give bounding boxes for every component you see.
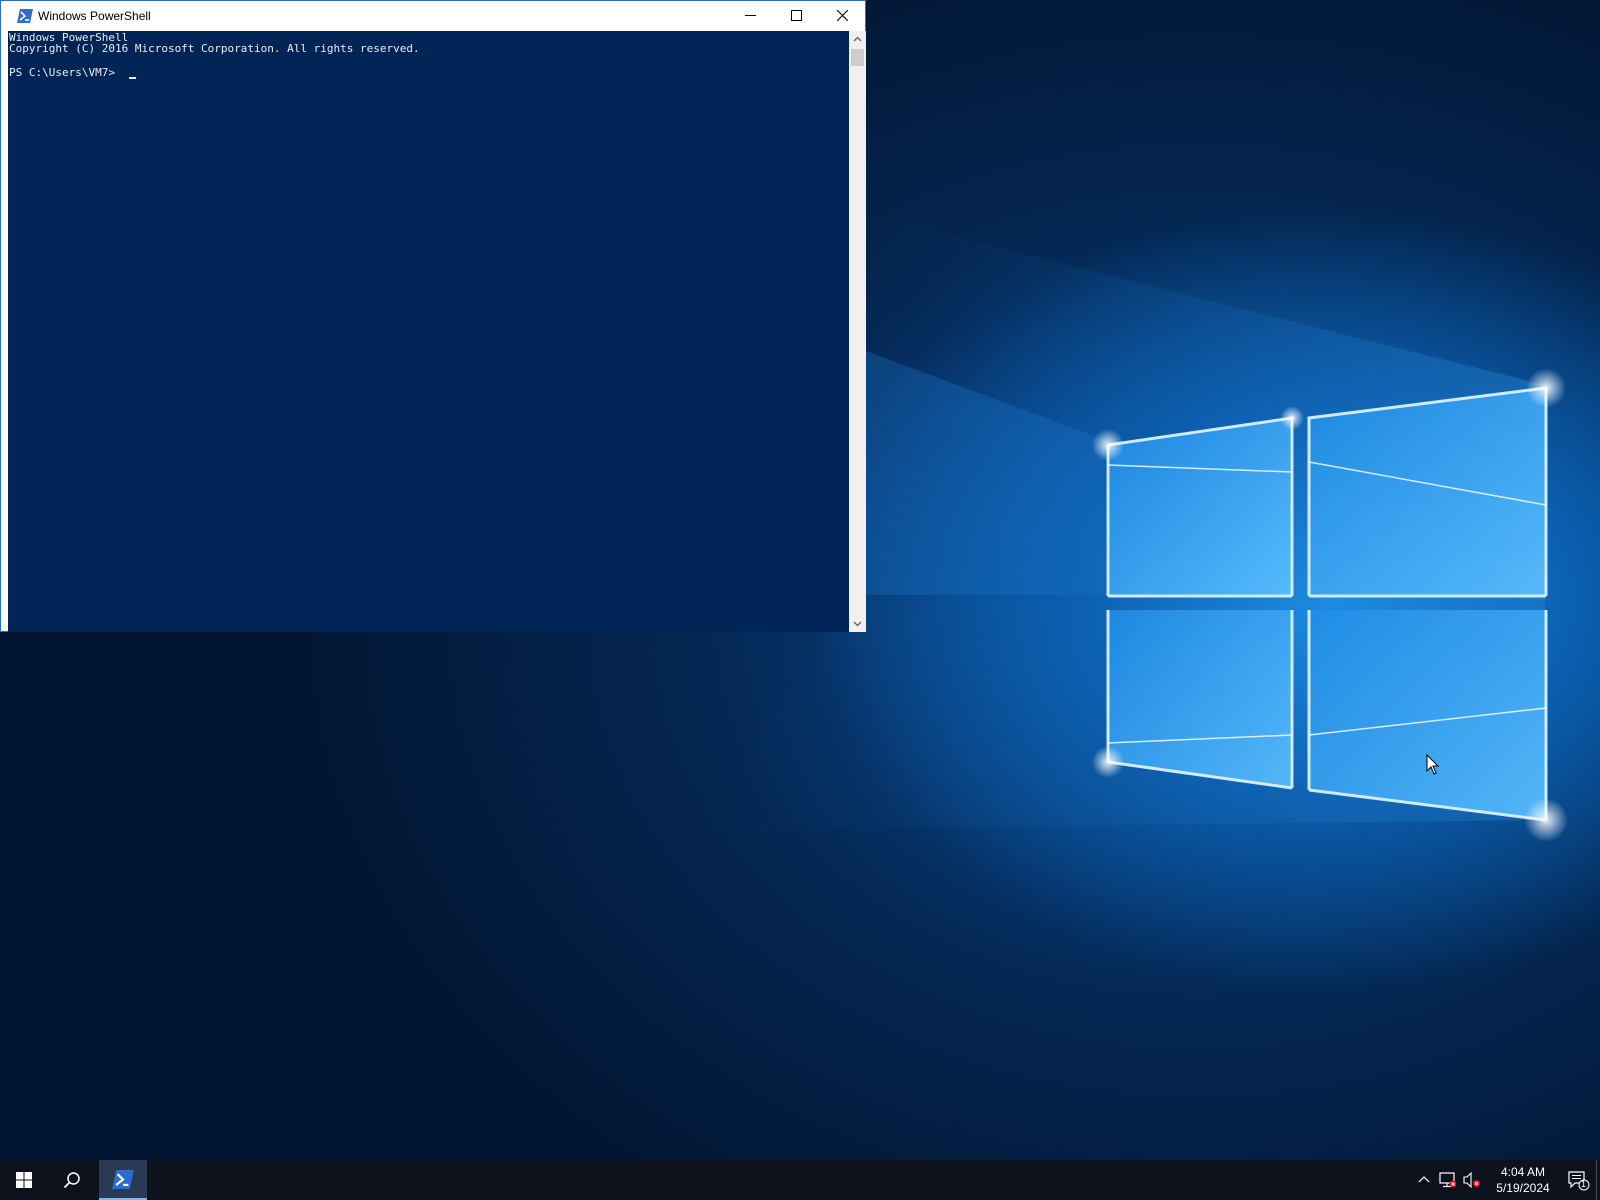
volume-button[interactable]	[1460, 1160, 1482, 1200]
volume-muted-icon	[1463, 1172, 1480, 1188]
clock[interactable]: 4:04 AM 5/19/2024	[1488, 1164, 1558, 1196]
action-center-button[interactable]: 1	[1556, 1160, 1596, 1200]
search-button[interactable]	[48, 1160, 96, 1200]
network-disconnected-icon	[1439, 1172, 1457, 1188]
maximize-icon	[791, 10, 802, 21]
network-status-button[interactable]	[1436, 1160, 1458, 1200]
maximize-button[interactable]	[774, 1, 819, 31]
taskbar: 4:04 AM 5/19/2024 1	[0, 1160, 1600, 1200]
mouse-pointer-icon	[1426, 754, 1440, 775]
scroll-down-arrow-icon[interactable]	[849, 615, 866, 632]
minimize-icon	[745, 15, 756, 16]
search-icon	[63, 1172, 80, 1189]
title-bar[interactable]: Windows PowerShell	[1, 1, 865, 31]
show-hidden-icons-button[interactable]	[1414, 1160, 1434, 1200]
notification-count: 1	[1581, 1179, 1587, 1189]
clock-time: 4:04 AM	[1500, 1165, 1546, 1179]
close-icon	[837, 10, 848, 21]
scroll-up-arrow-icon[interactable]	[849, 31, 866, 48]
notifications-icon	[1568, 1171, 1590, 1191]
desktop[interactable]: Windows PowerShell Windows PowerShell Co…	[0, 0, 1600, 1160]
powershell-icon	[112, 1170, 134, 1189]
vertical-scrollbar[interactable]	[849, 31, 866, 632]
chevron-up-icon	[1418, 1176, 1430, 1183]
powershell-window[interactable]: Windows PowerShell Windows PowerShell Co…	[0, 0, 866, 632]
powershell-icon	[17, 9, 33, 23]
close-button[interactable]	[820, 1, 865, 31]
windows-logo-icon	[16, 1172, 32, 1188]
console-output[interactable]: Windows PowerShell Copyright (C) 2016 Mi…	[8, 31, 849, 632]
window-title: Windows PowerShell	[38, 9, 151, 23]
minimize-button[interactable]	[728, 1, 773, 31]
scrollbar-thumb[interactable]	[851, 49, 864, 66]
show-desktop-button[interactable]	[1596, 1160, 1600, 1200]
text-cursor	[128, 77, 136, 79]
console-prompt-line[interactable]: PS C:\Users\VM7>	[9, 66, 136, 79]
console-copyright-line: Copyright (C) 2016 Microsoft Corporation…	[9, 42, 420, 55]
clock-date: 5/19/2024	[1496, 1181, 1550, 1195]
taskbar-item-powershell[interactable]	[99, 1160, 147, 1200]
start-button[interactable]	[0, 1160, 48, 1200]
console-prompt: PS C:\Users\VM7>	[9, 66, 122, 79]
